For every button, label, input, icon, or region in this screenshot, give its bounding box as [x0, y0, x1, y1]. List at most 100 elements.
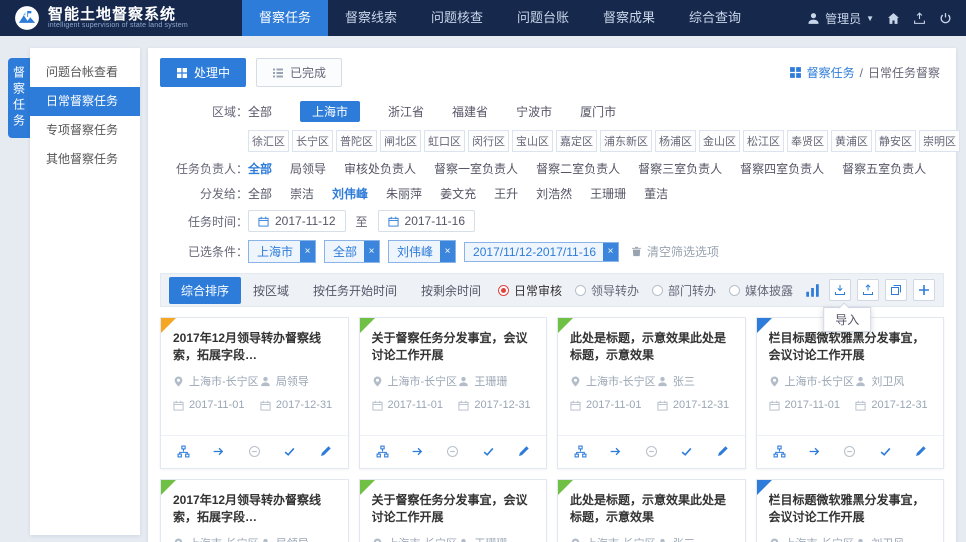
owner-option[interactable]: 审核处负责人	[344, 160, 416, 177]
end-date-input[interactable]: 2017-11-16	[378, 210, 476, 232]
copy-button[interactable]	[885, 279, 907, 301]
start-date-input[interactable]: 2017-11-12	[248, 210, 346, 232]
nav-item[interactable]: 综合查询	[672, 0, 758, 36]
sidebar-item[interactable]: 日常督察任务	[30, 87, 140, 116]
district-option[interactable]: 黄浦区	[831, 130, 872, 152]
task-card[interactable]: 关于督察任务分发事宜，会议讨论工作开展 上海市-长宁区 王珊珊 2017-	[359, 317, 548, 469]
owner-option[interactable]: 督察四室负责人	[740, 160, 824, 177]
sort-tab[interactable]: 综合排序	[169, 277, 241, 304]
district-option[interactable]: 长宁区	[292, 130, 333, 152]
sidebar-item[interactable]: 专项督察任务	[30, 116, 140, 145]
assign-org-icon[interactable]	[376, 445, 389, 458]
distribute-option[interactable]: 董洁	[644, 185, 668, 202]
type-radio[interactable]: 部门转办	[652, 282, 716, 299]
district-option[interactable]: 闵行区	[468, 130, 509, 152]
logout-icon[interactable]	[939, 12, 952, 25]
assign-org-icon[interactable]	[574, 445, 587, 458]
type-radio[interactable]: 领导转办	[575, 282, 639, 299]
remove-minus-icon[interactable]	[446, 445, 459, 458]
share-icon[interactable]	[913, 12, 926, 25]
district-option[interactable]: 嘉定区	[556, 130, 597, 152]
district-option[interactable]: 浦东新区	[600, 130, 652, 152]
district-option[interactable]: 杨浦区	[655, 130, 696, 152]
edit-pencil-icon[interactable]	[914, 445, 927, 458]
nav-item[interactable]: 督察任务	[242, 0, 328, 36]
district-option[interactable]: 宝山区	[512, 130, 553, 152]
sort-tab[interactable]: 按区域	[241, 277, 301, 304]
tag-close-icon[interactable]: ×	[364, 241, 379, 262]
edit-pencil-icon[interactable]	[716, 445, 729, 458]
tag-close-icon[interactable]: ×	[300, 241, 315, 262]
sidebar-item[interactable]: 其他督察任务	[30, 145, 140, 174]
chart-icon[interactable]	[805, 283, 820, 298]
complete-check-icon[interactable]	[680, 445, 693, 458]
district-option[interactable]: 闸北区	[380, 130, 421, 152]
nav-item[interactable]: 问题核查	[414, 0, 500, 36]
task-card[interactable]: 此处是标题，示意效果此处是标题，示意效果 上海市-长宁区 张三 2017-	[557, 479, 746, 542]
distribute-option[interactable]: 崇洁	[290, 185, 314, 202]
region-option[interactable]: 厦门市	[580, 103, 616, 120]
task-card[interactable]: 2017年12月领导转办督察线索，拓展字段… 上海市-长宁区 局领导 20	[160, 317, 349, 469]
district-option[interactable]: 虹口区	[424, 130, 465, 152]
tag-close-icon[interactable]: ×	[440, 241, 455, 262]
owner-option[interactable]: 督察二室负责人	[536, 160, 620, 177]
district-option[interactable]: 金山区	[699, 130, 740, 152]
assign-org-icon[interactable]	[773, 445, 786, 458]
tab-done[interactable]: 已完成	[256, 58, 342, 87]
region-option[interactable]: 宁波市	[516, 103, 552, 120]
nav-item[interactable]: 问题台账	[500, 0, 586, 36]
task-card[interactable]: 关于督察任务分发事宜，会议讨论工作开展 上海市-长宁区 王珊珊 2017-	[359, 479, 548, 542]
district-option[interactable]: 松江区	[743, 130, 784, 152]
owner-option[interactable]: 全部	[248, 160, 272, 177]
complete-check-icon[interactable]	[482, 445, 495, 458]
nav-item[interactable]: 督察成果	[586, 0, 672, 36]
sort-tab[interactable]: 按剩余时间	[409, 277, 493, 304]
forward-arrow-icon[interactable]	[212, 445, 225, 458]
distribute-option[interactable]: 姜文充	[440, 185, 476, 202]
selected-filter-tag[interactable]: 2017/11/12-2017/11-16 ×	[464, 242, 619, 262]
district-option[interactable]: 奉贤区	[787, 130, 828, 152]
sort-tab[interactable]: 按任务开始时间	[301, 277, 409, 304]
type-radio[interactable]: 媒体披露	[729, 282, 793, 299]
home-icon[interactable]	[887, 12, 900, 25]
distribute-option[interactable]: 刘浩然	[536, 185, 572, 202]
distribute-option[interactable]: 全部	[248, 185, 272, 202]
district-option[interactable]: 静安区	[875, 130, 916, 152]
region-option[interactable]: 浙江省	[388, 103, 424, 120]
remove-minus-icon[interactable]	[843, 445, 856, 458]
region-option[interactable]: 上海市	[300, 101, 360, 122]
distribute-option[interactable]: 王珊珊	[590, 185, 626, 202]
distribute-option[interactable]: 朱丽萍	[386, 185, 422, 202]
district-option[interactable]: 崇明区	[919, 130, 960, 152]
task-card[interactable]: 栏目标题微软雅黑分发事宜，会议讨论工作开展 上海市-长宁区 刘卫风 201	[756, 479, 945, 542]
tag-close-icon[interactable]: ×	[603, 243, 618, 261]
selected-filter-tag[interactable]: 全部 ×	[324, 240, 380, 263]
district-option[interactable]: 徐汇区	[248, 130, 289, 152]
selected-filter-tag[interactable]: 刘伟峰 ×	[388, 240, 456, 263]
owner-option[interactable]: 局领导	[290, 160, 326, 177]
vertical-tab-supervision-tasks[interactable]: 督察任务	[8, 58, 30, 138]
task-card[interactable]: 栏目标题微软雅黑分发事宜，会议讨论工作开展 上海市-长宁区 刘卫风 201	[756, 317, 945, 469]
nav-item[interactable]: 督察线索	[328, 0, 414, 36]
export-button[interactable]	[857, 279, 879, 301]
task-card[interactable]: 2017年12月领导转办督察线索，拓展字段… 上海市-长宁区 局领导 20	[160, 479, 349, 542]
task-card[interactable]: 此处是标题，示意效果此处是标题，示意效果 上海市-长宁区 张三 2017-	[557, 317, 746, 469]
tab-processing[interactable]: 处理中	[160, 58, 246, 87]
remove-minus-icon[interactable]	[645, 445, 658, 458]
clear-filters-button[interactable]: 清空筛选选项	[631, 243, 719, 260]
district-option[interactable]: 普陀区	[336, 130, 377, 152]
type-radio[interactable]: 日常审核	[498, 282, 562, 299]
region-option[interactable]: 福建省	[452, 103, 488, 120]
selected-filter-tag[interactable]: 上海市 ×	[248, 240, 316, 263]
forward-arrow-icon[interactable]	[411, 445, 424, 458]
forward-arrow-icon[interactable]	[609, 445, 622, 458]
import-button[interactable]: 导入	[829, 279, 851, 301]
owner-option[interactable]: 督察三室负责人	[638, 160, 722, 177]
assign-org-icon[interactable]	[177, 445, 190, 458]
distribute-option[interactable]: 刘伟峰	[332, 185, 368, 202]
complete-check-icon[interactable]	[879, 445, 892, 458]
sidebar-item[interactable]: 问题台帐查看	[30, 58, 140, 87]
user-menu[interactable]: 管理员 ▼	[807, 10, 874, 27]
breadcrumb-parent[interactable]: 督察任务	[807, 64, 855, 81]
region-option[interactable]: 全部	[248, 103, 272, 120]
